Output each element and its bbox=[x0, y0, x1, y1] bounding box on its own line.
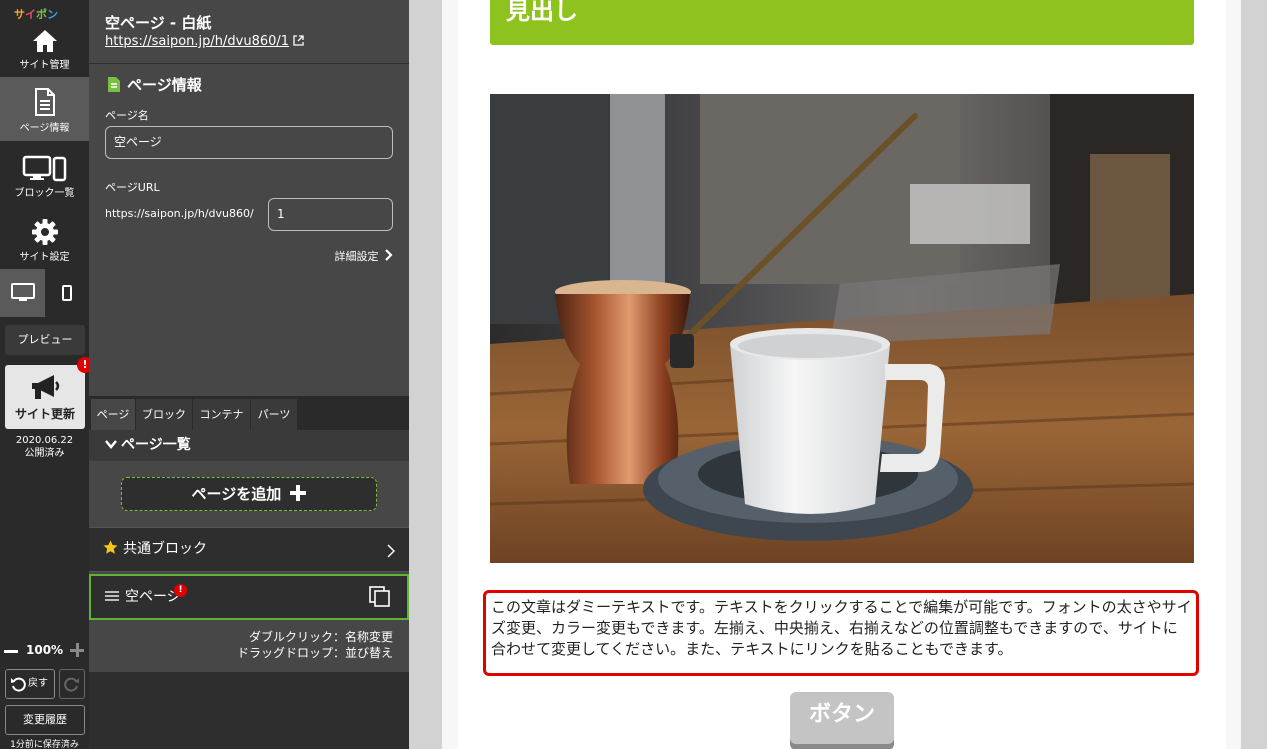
chevron-right-icon bbox=[387, 544, 395, 558]
site-update-button[interactable]: サイト更新 bbox=[5, 365, 85, 429]
nav-page-info[interactable]: ページ情報 bbox=[0, 77, 89, 141]
panel-tabs: ページ ブロック コンテナ パーツ bbox=[89, 396, 409, 430]
star-icon bbox=[103, 540, 118, 554]
publish-date: 2020.06.22 bbox=[15, 435, 74, 446]
coffee-photo[interactable] bbox=[490, 94, 1194, 563]
megaphone-icon bbox=[32, 375, 60, 399]
page-list-title: ページ一覧 bbox=[121, 437, 191, 453]
monitor-icon bbox=[11, 283, 35, 301]
shared-block-label: 共通ブロック bbox=[123, 541, 207, 557]
page-list-hint: ダブルクリック：名称変更 ドラッグドロップ：並び替え bbox=[237, 629, 393, 661]
icon-sidebar: サイポン サイト管理 ページ情報 ブロック一覧 サイト設定 プレビュー サイト更… bbox=[0, 0, 93, 749]
detail-settings-link[interactable]: 詳細設定 bbox=[335, 248, 394, 264]
home-icon bbox=[32, 30, 57, 52]
devices-icon bbox=[22, 155, 66, 182]
add-page-label: ページを追加 bbox=[191, 485, 282, 503]
zoom-out-icon[interactable] bbox=[4, 650, 18, 653]
shared-block-item[interactable]: 共通ブロック bbox=[89, 527, 409, 572]
nav-block-list[interactable]: ブロック一覧 bbox=[0, 150, 89, 214]
redo-icon bbox=[64, 677, 79, 692]
text-block[interactable]: この文章はダミーテキストです。テキストをクリックすることで編集が可能です。フォン… bbox=[483, 590, 1199, 676]
zoom-control: 100% bbox=[4, 641, 86, 661]
plus-icon bbox=[290, 485, 307, 501]
page-doc-icon bbox=[108, 77, 120, 92]
nav-site-settings-label: サイト設定 bbox=[19, 252, 70, 263]
page-name-input[interactable]: 空ページ bbox=[105, 126, 393, 159]
zoom-in-icon[interactable] bbox=[70, 643, 84, 657]
hint-reorder: ドラッグドロップ：並び替え bbox=[236, 646, 393, 660]
undo-label: 戻す bbox=[28, 678, 48, 689]
section-title: ページ情報 bbox=[107, 74, 202, 95]
detail-settings-label: 詳細設定 bbox=[334, 250, 379, 263]
smartphone-icon bbox=[62, 285, 72, 301]
panel-header: 空ページ - 白紙 https://saipon.jp/h/dvu860/1 bbox=[89, 0, 409, 64]
page-url-link[interactable]: https://saipon.jp/h/dvu860/1 bbox=[105, 34, 304, 49]
section-title-text: ページ情報 bbox=[127, 76, 202, 94]
page-url-text: https://saipon.jp/h/dvu860/1 bbox=[105, 34, 290, 49]
page-info-panel: 空ページ - 白紙 https://saipon.jp/h/dvu860/1 ペ… bbox=[89, 0, 409, 749]
page-url-input[interactable]: 1 bbox=[268, 198, 393, 231]
chevron-right-icon bbox=[385, 249, 393, 261]
chevron-down-icon bbox=[105, 440, 117, 449]
nav-site-manage-label: サイト管理 bbox=[19, 60, 70, 71]
publish-status: 公開済み bbox=[24, 448, 65, 459]
tab-container[interactable]: コンテナ bbox=[193, 399, 250, 430]
heading-block[interactable]: 見出し bbox=[490, 0, 1194, 45]
url-prefix: https://saipon.jp/h/dvu860/ bbox=[105, 207, 254, 220]
add-page-button[interactable]: ページを追加 bbox=[121, 477, 377, 511]
tab-page[interactable]: ページ bbox=[91, 399, 135, 430]
heading-text: 見出し bbox=[506, 0, 578, 25]
coffee-image bbox=[490, 94, 1194, 563]
logo-char-4: ン bbox=[47, 8, 58, 21]
device-toggle bbox=[0, 269, 89, 317]
page-list-item[interactable]: 空ページ ! bbox=[89, 574, 409, 620]
page-alert-badge: ! bbox=[174, 584, 187, 597]
page-title: 空ページ - 白紙 bbox=[105, 14, 212, 32]
saved-note: 1分前に保存済み bbox=[10, 740, 79, 749]
logo-char-1: サ bbox=[14, 8, 25, 21]
undo-icon bbox=[11, 677, 26, 692]
history-button[interactable]: 変更履歴 bbox=[5, 705, 85, 735]
logo-char-3: ポ bbox=[36, 8, 47, 21]
saipon-logo[interactable]: サイポン bbox=[14, 6, 58, 22]
zoom-level: 100% bbox=[26, 643, 64, 657]
site-update-label: サイト更新 bbox=[14, 407, 75, 421]
smartphone-view-button[interactable] bbox=[45, 269, 89, 317]
gear-icon bbox=[31, 219, 58, 245]
page-url-label: ページURL bbox=[105, 181, 160, 194]
redo-button[interactable] bbox=[59, 669, 85, 699]
page-item-label: 空ページ bbox=[125, 589, 181, 605]
copy-icon[interactable] bbox=[369, 586, 391, 608]
cta-button[interactable]: ボタン bbox=[790, 692, 894, 744]
text-block-content: この文章はダミーテキストです。テキストをクリックすることで編集が可能です。フォン… bbox=[491, 598, 1192, 658]
preview-button[interactable]: プレビュー bbox=[5, 325, 85, 355]
page-list-header[interactable]: ページ一覧 bbox=[89, 430, 409, 461]
logo-char-2: イ bbox=[25, 8, 36, 21]
document-icon bbox=[34, 88, 55, 116]
drag-handle-icon[interactable] bbox=[105, 590, 119, 602]
hint-rename: ダブルクリック：名称変更 bbox=[248, 630, 393, 644]
nav-page-info-label: ページ情報 bbox=[19, 123, 70, 134]
undo-button[interactable]: 戻す bbox=[5, 669, 55, 699]
pc-view-button[interactable] bbox=[0, 269, 45, 317]
panel-bottom-area bbox=[89, 672, 409, 749]
publish-info: 2020.06.22 公開済み bbox=[0, 434, 89, 460]
page-name-label: ページ名 bbox=[105, 109, 149, 122]
tab-parts[interactable]: パーツ bbox=[251, 399, 297, 430]
tab-block[interactable]: ブロック bbox=[136, 399, 192, 430]
external-link-icon bbox=[293, 35, 304, 46]
nav-block-list-label: ブロック一覧 bbox=[14, 188, 75, 199]
